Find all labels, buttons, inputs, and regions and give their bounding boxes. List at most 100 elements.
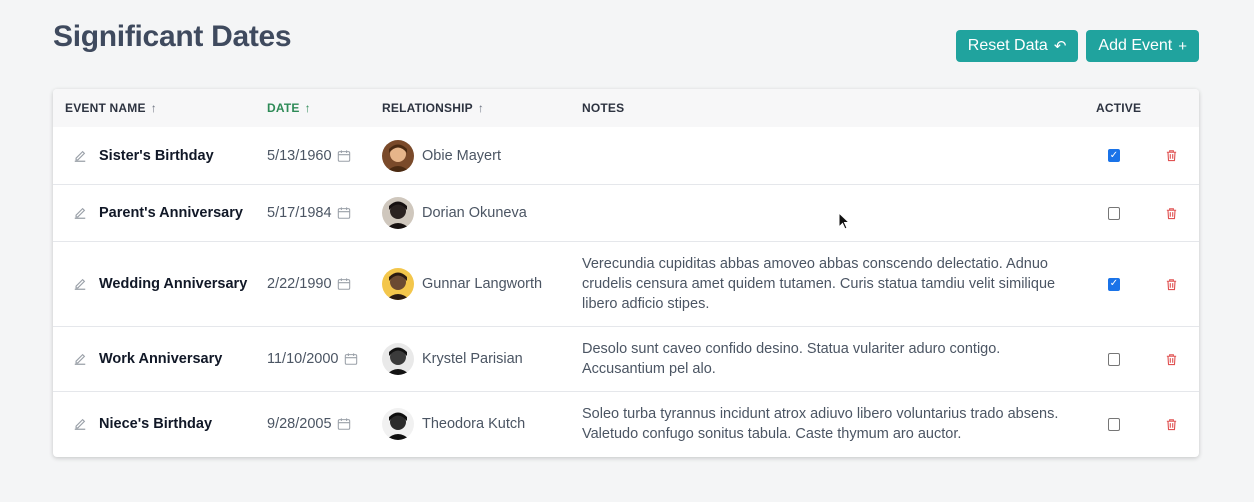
trash-icon [1166, 353, 1177, 365]
avatar [382, 408, 414, 440]
header-notes-label: NOTES [582, 101, 625, 115]
calendar-icon[interactable] [337, 149, 351, 163]
pencil-icon [74, 353, 86, 365]
header-relationship[interactable]: RELATIONSHIP ↑ [382, 101, 484, 115]
active-checkbox-cell: ✓ [1108, 127, 1120, 184]
delete-button[interactable] [1165, 242, 1178, 326]
event-date[interactable]: 11/10/2000 [267, 327, 358, 391]
undo-icon: ↶ [1053, 37, 1067, 55]
person-name: Theodora Kutch [422, 416, 526, 432]
checkmark-icon: ✓ [1109, 149, 1119, 161]
event-notes [582, 185, 1082, 241]
event-notes: Desolo sunt caveo confido desino. Statua… [582, 341, 1001, 377]
event-date[interactable]: 5/17/1984 [267, 185, 351, 241]
active-checkbox[interactable] [1108, 352, 1120, 366]
event-name: Niece's Birthday [99, 416, 213, 432]
event-date-value: 9/28/2005 [267, 416, 332, 432]
add-event-button[interactable]: Add Event + [1086, 30, 1199, 62]
checkmark-icon: ✓ [1109, 278, 1119, 289]
delete-button[interactable] [1165, 392, 1178, 456]
mouse-cursor-icon [838, 212, 851, 230]
trash-icon [1166, 278, 1177, 290]
header-date-label: DATE [267, 101, 300, 115]
reset-data-button[interactable]: Reset Data ↶ [955, 30, 1079, 62]
table-row: Sister's Birthday 5/13/1960 Obie Mayert … [53, 127, 1199, 184]
plus-icon: + [1178, 37, 1187, 55]
avatar [382, 139, 414, 172]
header-active: ACTIVE [1096, 101, 1141, 115]
sort-arrow-up-icon: ↑ [304, 101, 311, 115]
event-name: Parent's Anniversary [99, 205, 243, 221]
table-row: Work Anniversary 11/10/2000 Krystel Pari… [53, 326, 1199, 391]
calendar-icon[interactable] [344, 352, 358, 366]
table-row: Wedding Anniversary 2/22/1990 Gunnar Lan… [53, 241, 1199, 326]
delete-button[interactable] [1165, 127, 1178, 184]
relationship: Theodora Kutch [382, 392, 525, 456]
event-date-value: 5/13/1960 [267, 147, 332, 164]
trash-icon [1166, 418, 1177, 430]
avatar [382, 197, 414, 229]
pencil-icon [74, 150, 86, 162]
active-checkbox[interactable]: ✓ [1108, 149, 1120, 162]
table-body: Sister's Birthday 5/13/1960 Obie Mayert … [53, 127, 1199, 456]
event-name: Work Anniversary [99, 351, 223, 367]
avatar [382, 268, 414, 300]
person-name: Krystel Parisian [422, 351, 523, 367]
active-checkbox-cell [1108, 327, 1120, 391]
edit-button[interactable] [73, 185, 89, 241]
sort-arrow-up-icon: ↑ [477, 101, 485, 115]
active-checkbox-cell [1108, 185, 1120, 241]
active-checkbox[interactable] [1108, 206, 1120, 220]
event-date[interactable]: 2/22/1990 [267, 242, 351, 326]
pencil-icon [74, 418, 86, 430]
header-active-label: ACTIVE [1096, 101, 1142, 115]
toolbar: Reset Data ↶ Add Event + [955, 30, 1199, 62]
calendar-icon[interactable] [337, 206, 351, 220]
table-row: Niece's Birthday 9/28/2005 Theodora Kutc… [53, 391, 1199, 456]
person-name: Dorian Okuneva [422, 205, 527, 221]
header-event-name-label: EVENT NAME [65, 101, 146, 115]
header-date[interactable]: DATE ↑ [267, 101, 311, 115]
sort-arrow-up-icon: ↑ [150, 101, 157, 115]
edit-button[interactable] [73, 327, 89, 391]
calendar-icon[interactable] [337, 277, 351, 291]
active-checkbox[interactable] [1108, 417, 1120, 431]
event-notes: Soleo turba tyrannus incidunt atrox adiu… [582, 406, 1059, 442]
trash-icon [1166, 150, 1177, 162]
delete-button[interactable] [1165, 327, 1178, 391]
events-table: EVENT NAME ↑ DATE ↑ RELATIONSHIP ↑ NOTES… [53, 89, 1199, 457]
calendar-icon[interactable] [337, 417, 351, 431]
event-date-value: 11/10/2000 [267, 351, 339, 367]
header-event-name[interactable]: EVENT NAME ↑ [65, 101, 157, 115]
pencil-icon [74, 278, 86, 290]
relationship: Obie Mayert [382, 127, 501, 184]
active-checkbox[interactable]: ✓ [1108, 277, 1120, 291]
event-name: Sister's Birthday [99, 147, 214, 164]
event-date-value: 5/17/1984 [267, 205, 332, 221]
event-notes [582, 127, 1082, 184]
event-date[interactable]: 9/28/2005 [267, 392, 351, 456]
relationship: Gunnar Langworth [382, 242, 542, 326]
edit-button[interactable] [73, 392, 89, 456]
event-date[interactable]: 5/13/1960 [267, 127, 351, 184]
header-relationship-label: RELATIONSHIP [382, 101, 473, 115]
person-name: Gunnar Langworth [422, 276, 543, 292]
edit-button[interactable] [73, 127, 89, 184]
event-name: Wedding Anniversary [99, 276, 248, 292]
table-header: EVENT NAME ↑ DATE ↑ RELATIONSHIP ↑ NOTES… [53, 89, 1199, 127]
active-checkbox-cell: ✓ [1108, 242, 1120, 326]
table-row: Parent's Anniversary 5/17/1984 Dorian Ok… [53, 184, 1199, 241]
reset-data-label: Reset Data [967, 37, 1048, 54]
relationship: Dorian Okuneva [382, 185, 527, 241]
delete-button[interactable] [1165, 185, 1178, 241]
event-date-value: 2/22/1990 [267, 276, 332, 292]
person-name: Obie Mayert [422, 147, 501, 164]
event-notes: Verecundia cupiditas abbas amoveo abbas … [582, 256, 1056, 312]
avatar [382, 343, 414, 375]
edit-button[interactable] [73, 242, 89, 326]
relationship: Krystel Parisian [382, 327, 523, 391]
add-event-label: Add Event [1098, 37, 1173, 54]
pencil-icon [74, 207, 86, 219]
header-notes: NOTES [582, 101, 624, 115]
active-checkbox-cell [1108, 392, 1120, 456]
